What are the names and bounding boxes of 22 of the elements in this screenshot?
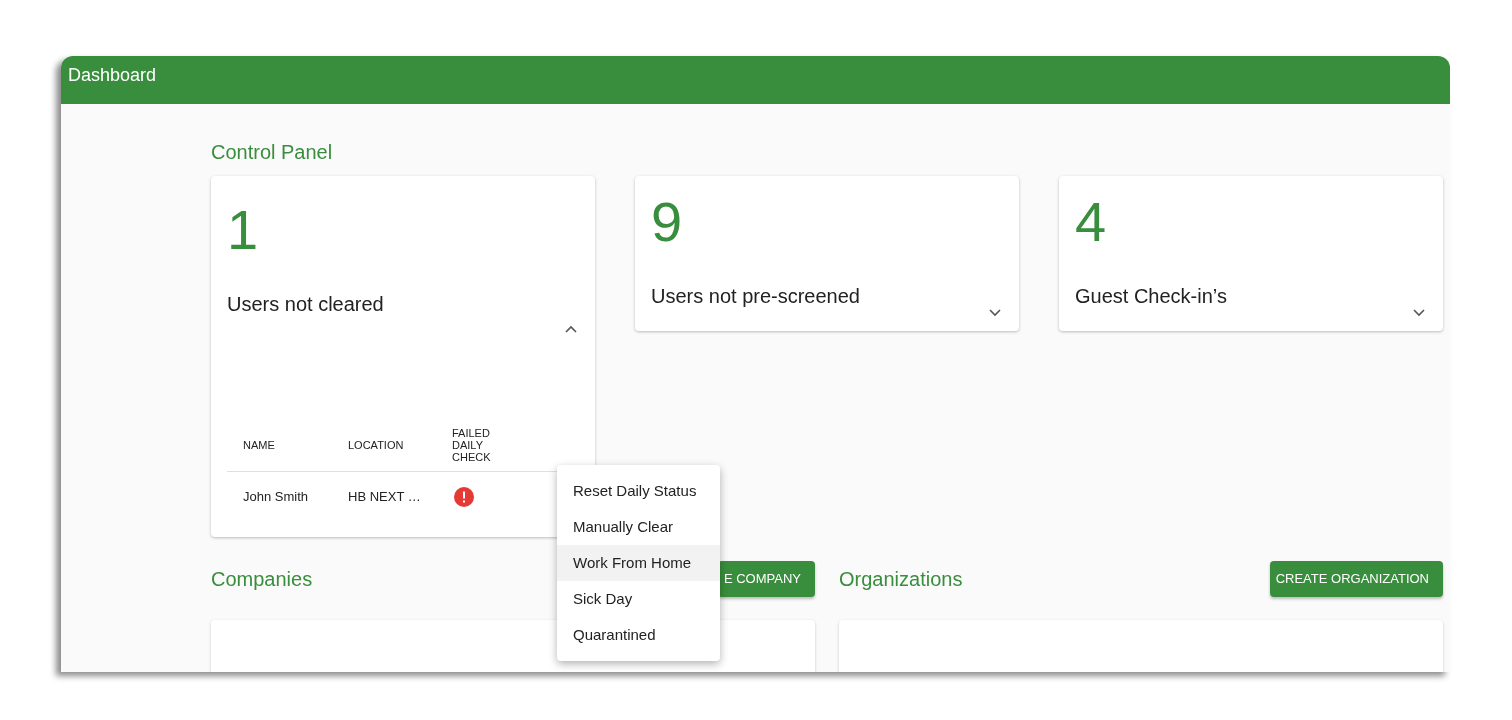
table-cell-text: HB NEXT … — [348, 488, 421, 507]
menu-item[interactable]: Reset Daily Status — [557, 473, 720, 509]
table-cell-text: John Smith — [243, 488, 309, 507]
menu-item[interactable]: Quarantined — [557, 617, 720, 653]
stat-label: Guest Check-in’s — [1075, 284, 1227, 309]
menu-item[interactable]: Sick Day — [557, 581, 720, 617]
menu-item[interactable]: Manually Clear — [557, 509, 720, 545]
column-header: FAILED DAILY CHECK — [452, 426, 492, 463]
menu-item[interactable]: Work From Home — [557, 545, 720, 581]
stat-count: 1 — [227, 198, 259, 262]
column-header: LOCATION — [348, 438, 405, 451]
section-title: Organizations — [839, 567, 963, 592]
create-button[interactable]: CREATE ORGANIZATION — [1269, 561, 1443, 597]
stat-label: Users not pre-screened — [651, 284, 860, 309]
stat-label: Users not cleared — [227, 292, 384, 317]
stat-count: 4 — [1075, 190, 1107, 254]
column-header: NAME — [243, 438, 276, 451]
section-title: Companies — [211, 567, 313, 592]
create-button[interactable]: E COMPANY — [717, 561, 815, 597]
window-title: Dashboard — [68, 65, 157, 85]
stat-count: 9 — [651, 190, 683, 254]
section-title: Control Panel — [211, 140, 333, 165]
